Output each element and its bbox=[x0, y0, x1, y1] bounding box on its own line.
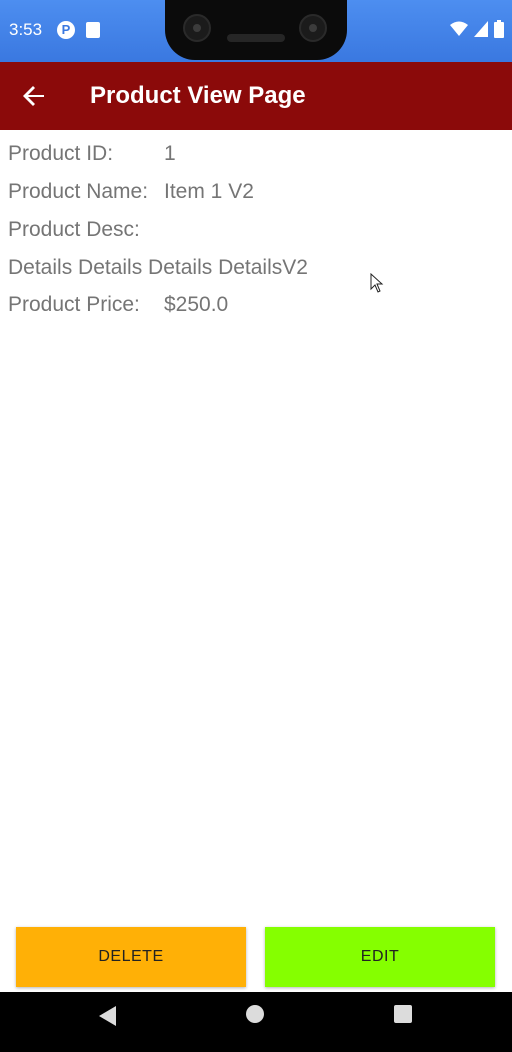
product-id-row: Product ID: 1 bbox=[8, 142, 176, 166]
speaker-grille bbox=[227, 34, 285, 42]
wifi-icon bbox=[450, 21, 468, 36]
camera-icon bbox=[183, 14, 211, 42]
sd-card-icon bbox=[86, 22, 100, 38]
screen: 3:53 P Product View Page Product ID: 1 P… bbox=[0, 0, 512, 1052]
product-desc-value: Details Details Details DetailsV2 bbox=[8, 256, 308, 279]
camera-icon bbox=[299, 14, 327, 42]
mouse-cursor-icon bbox=[370, 273, 384, 293]
cellular-signal-icon bbox=[474, 21, 488, 37]
product-id-value: 1 bbox=[164, 142, 176, 165]
page-title: Product View Page bbox=[90, 82, 306, 109]
nav-recents-icon[interactable] bbox=[394, 1005, 412, 1023]
system-nav-bar bbox=[0, 992, 512, 1052]
product-price-row: Product Price: $250.0 bbox=[8, 293, 228, 317]
notification-p-icon: P bbox=[57, 21, 75, 39]
delete-button[interactable]: DELETE bbox=[16, 927, 246, 987]
back-arrow-icon[interactable] bbox=[18, 80, 50, 112]
nav-home-icon[interactable] bbox=[246, 1005, 264, 1023]
product-price-value: $250.0 bbox=[164, 293, 229, 316]
product-name-row: Product Name: Item 1 V2 bbox=[8, 180, 254, 204]
status-bar: 3:53 P bbox=[0, 0, 512, 62]
camera-notch bbox=[165, 0, 347, 60]
nav-back-icon[interactable] bbox=[96, 1004, 120, 1028]
app-bar: Product View Page bbox=[0, 62, 512, 130]
battery-icon bbox=[494, 20, 504, 38]
product-id-label: Product ID: bbox=[8, 142, 114, 165]
status-time: 3:53 bbox=[9, 20, 43, 39]
product-name-value: Item 1 V2 bbox=[164, 180, 254, 203]
edit-button[interactable]: EDIT bbox=[265, 927, 495, 987]
product-desc-label: Product Desc: bbox=[8, 218, 140, 241]
product-name-label: Product Name: bbox=[8, 180, 149, 203]
status-icons bbox=[450, 20, 504, 38]
product-price-label: Product Price: bbox=[8, 293, 140, 316]
